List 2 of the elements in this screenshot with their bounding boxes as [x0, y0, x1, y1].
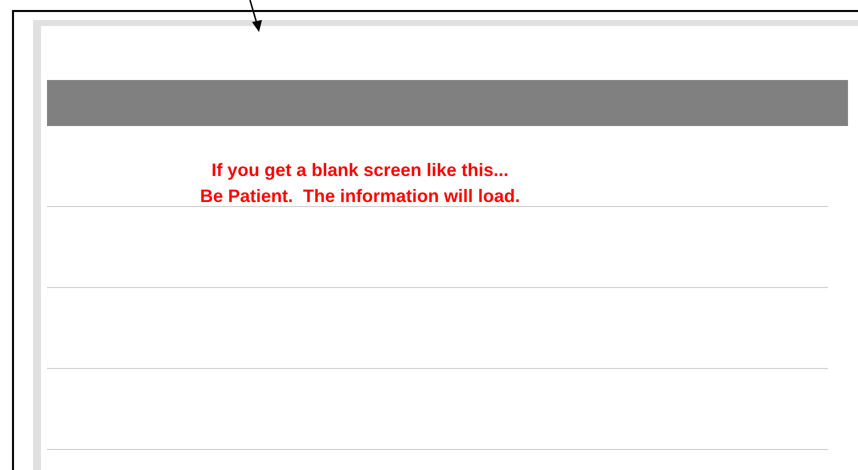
- note-text: Be Patient. The information will load.: [200, 185, 520, 208]
- note-text: If you get a blank screen like this...: [211, 159, 509, 182]
